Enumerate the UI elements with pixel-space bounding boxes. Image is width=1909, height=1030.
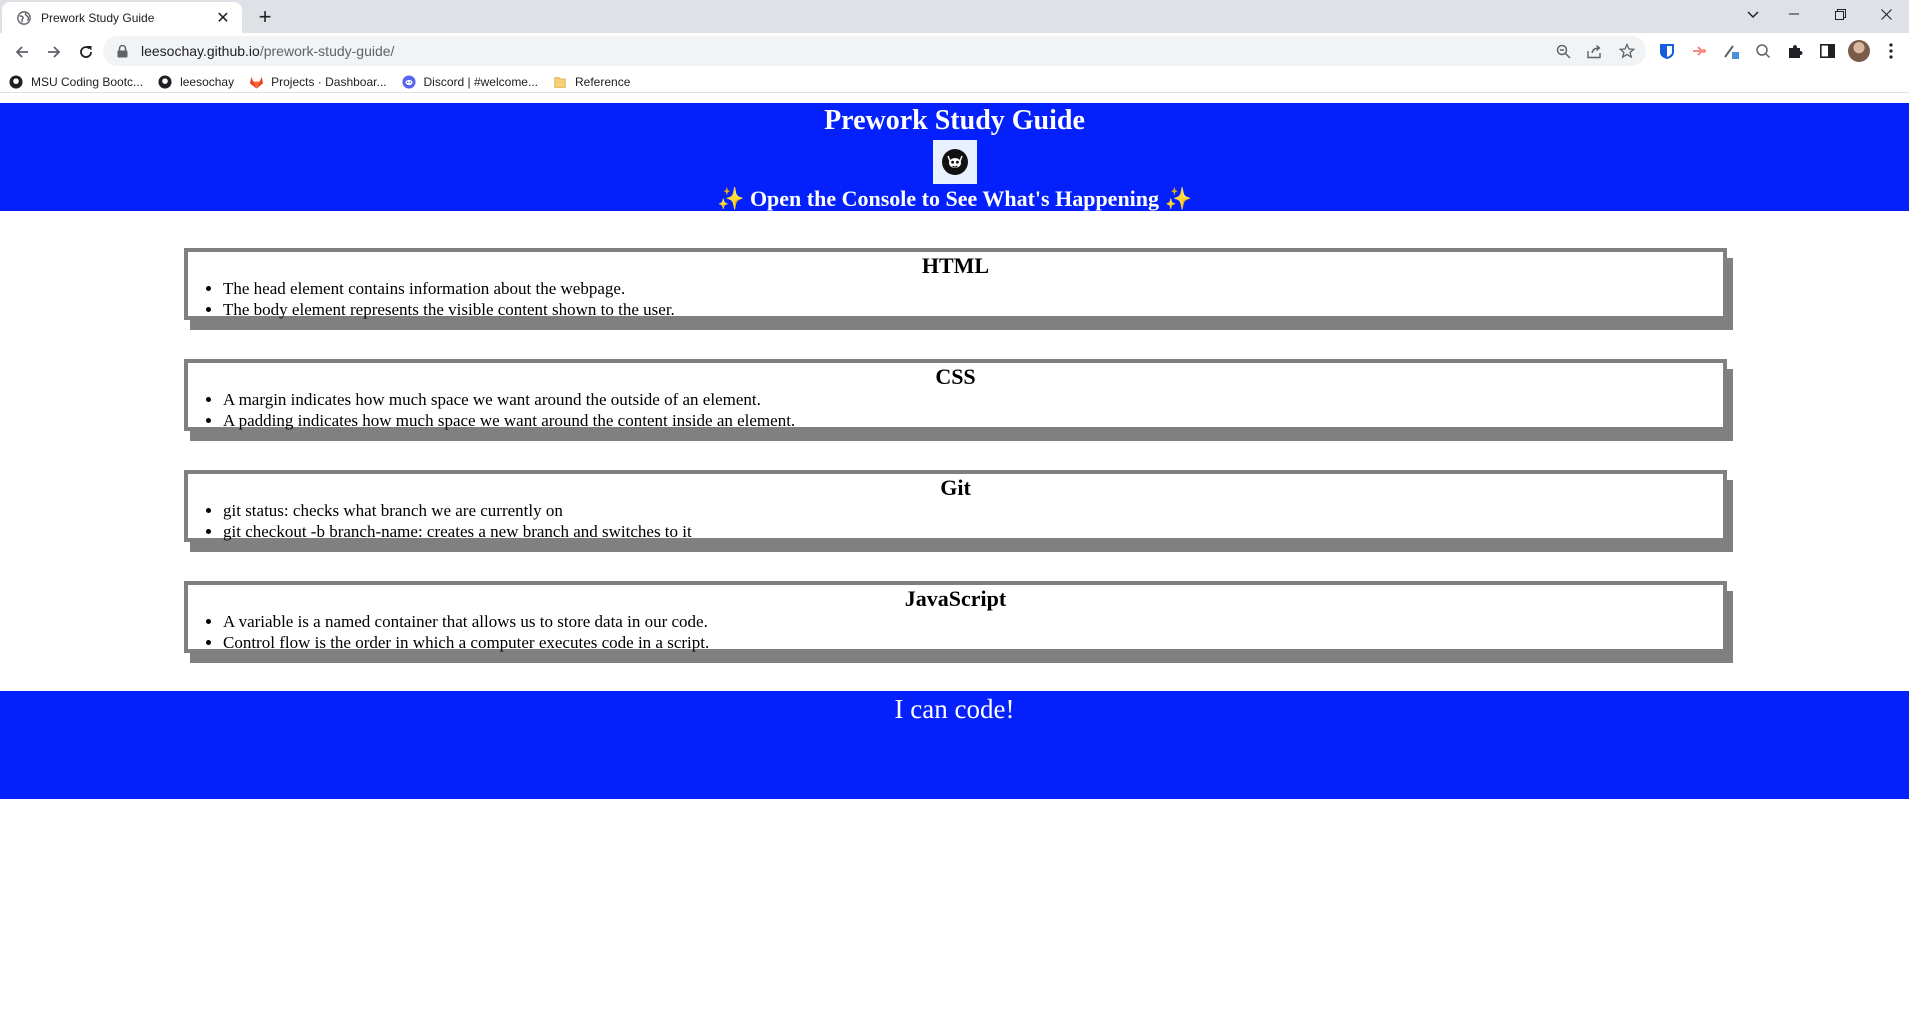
site-footer: I can code!	[0, 691, 1909, 799]
study-sections: HTML The head element contains informati…	[0, 211, 1909, 653]
bookmark-label: Reference	[575, 74, 631, 89]
page-subtitle: ✨ Open the Console to See What's Happeni…	[717, 186, 1192, 211]
forward-button[interactable]	[38, 36, 70, 68]
side-panel-icon[interactable]	[1815, 37, 1839, 65]
section-css: CSS A margin indicates how much space we…	[184, 359, 1727, 431]
list-item: A variable is a named container that all…	[223, 611, 1723, 632]
back-button[interactable]	[6, 36, 38, 68]
menu-kebab-icon[interactable]	[1879, 37, 1903, 65]
browser-tab[interactable]: Prework Study Guide ✕	[2, 2, 242, 33]
logo-icon	[932, 140, 977, 184]
section-title: CSS	[935, 364, 976, 389]
close-tab-icon[interactable]: ✕	[214, 9, 232, 27]
share-icon[interactable]	[1586, 42, 1604, 60]
bookmark-label: MSU Coding Bootc...	[31, 74, 144, 89]
bookmark-leesochay[interactable]: leesochay	[157, 74, 234, 90]
section-list: A margin indicates how much space we wan…	[188, 389, 1723, 431]
bookmark-discord[interactable]: Discord | #welcome...	[401, 74, 539, 90]
bookmark-label: Projects · Dashboar...	[271, 74, 387, 89]
chevron-down-icon[interactable]	[1742, 4, 1764, 26]
tab-strip: Prework Study Guide ✕ +	[0, 0, 1909, 33]
bookmark-label: leesochay	[180, 74, 235, 89]
avatar	[1848, 40, 1870, 62]
section-list: The head element contains information ab…	[188, 278, 1723, 320]
extension-arrow-icon[interactable]	[1687, 37, 1711, 65]
github-icon	[8, 74, 24, 90]
discord-icon	[401, 74, 417, 90]
section-list: A variable is a named container that all…	[188, 611, 1723, 653]
list-item: Control flow is the order in which a com…	[223, 632, 1723, 653]
bitwarden-extension-icon[interactable]	[1655, 37, 1679, 65]
restore-button[interactable]	[1817, 0, 1863, 28]
list-item: The head element contains information ab…	[223, 278, 1723, 299]
address-bar[interactable]: leesochay.github.io/prework-study-guide/	[103, 36, 1646, 66]
bookmark-projects-dashboard[interactable]: Projects · Dashboar...	[248, 74, 387, 90]
page-title: Prework Study Guide	[824, 105, 1085, 136]
section-title: Git	[940, 475, 971, 500]
site-header: Prework Study Guide ✨ Open the Console t…	[0, 103, 1909, 211]
star-icon[interactable]	[1618, 42, 1636, 60]
search-extension-icon[interactable]	[1751, 37, 1775, 65]
new-tab-button[interactable]: +	[252, 4, 278, 30]
minimize-button[interactable]	[1771, 0, 1817, 28]
url-host: leesochay.github.io	[141, 43, 260, 59]
list-item: A margin indicates how much space we wan…	[223, 389, 1723, 410]
eyedropper-extension-icon[interactable]	[1719, 37, 1743, 65]
close-window-button[interactable]	[1863, 0, 1909, 28]
list-item: The body element represents the visible …	[223, 299, 1723, 320]
section-html: HTML The head element contains informati…	[184, 248, 1727, 320]
section-javascript: JavaScript A variable is a named contain…	[184, 581, 1727, 653]
lock-icon[interactable]	[115, 44, 129, 58]
globe-icon	[16, 10, 32, 26]
section-git: Git git status: checks what branch we ar…	[184, 470, 1727, 542]
bookmark-msu-coding[interactable]: MSU Coding Bootc...	[8, 74, 143, 90]
url-text[interactable]: leesochay.github.io/prework-study-guide/	[141, 43, 1554, 59]
section-list: git status: checks what branch we are cu…	[188, 500, 1723, 542]
puzzle-icon[interactable]	[1783, 37, 1807, 65]
list-item: A padding indicates how much space we wa…	[223, 410, 1723, 431]
section-title: JavaScript	[904, 586, 1007, 611]
browser-toolbar: leesochay.github.io/prework-study-guide/	[0, 33, 1909, 71]
zoom-icon[interactable]	[1554, 42, 1572, 60]
reload-button[interactable]	[70, 36, 102, 68]
bookmark-label: Discord | #welcome...	[423, 74, 539, 89]
bookmarks-bar: MSU Coding Bootc... leesochay Projects ·…	[0, 71, 1909, 93]
folder-icon	[552, 74, 568, 90]
tab-title: Prework Study Guide	[41, 10, 155, 25]
footer-text: I can code!	[894, 694, 1015, 724]
bookmark-folder-reference[interactable]: Reference	[552, 74, 630, 90]
list-item: git status: checks what branch we are cu…	[223, 500, 1723, 521]
github-icon	[157, 74, 173, 90]
page-viewport: Prework Study Guide ✨ Open the Console t…	[0, 103, 1909, 799]
section-title: HTML	[921, 253, 990, 278]
list-item: git checkout -b branch-name: creates a n…	[223, 521, 1723, 542]
url-path: /prework-study-guide/	[259, 43, 395, 59]
profile-avatar[interactable]	[1847, 37, 1871, 65]
gitlab-icon	[248, 74, 264, 90]
